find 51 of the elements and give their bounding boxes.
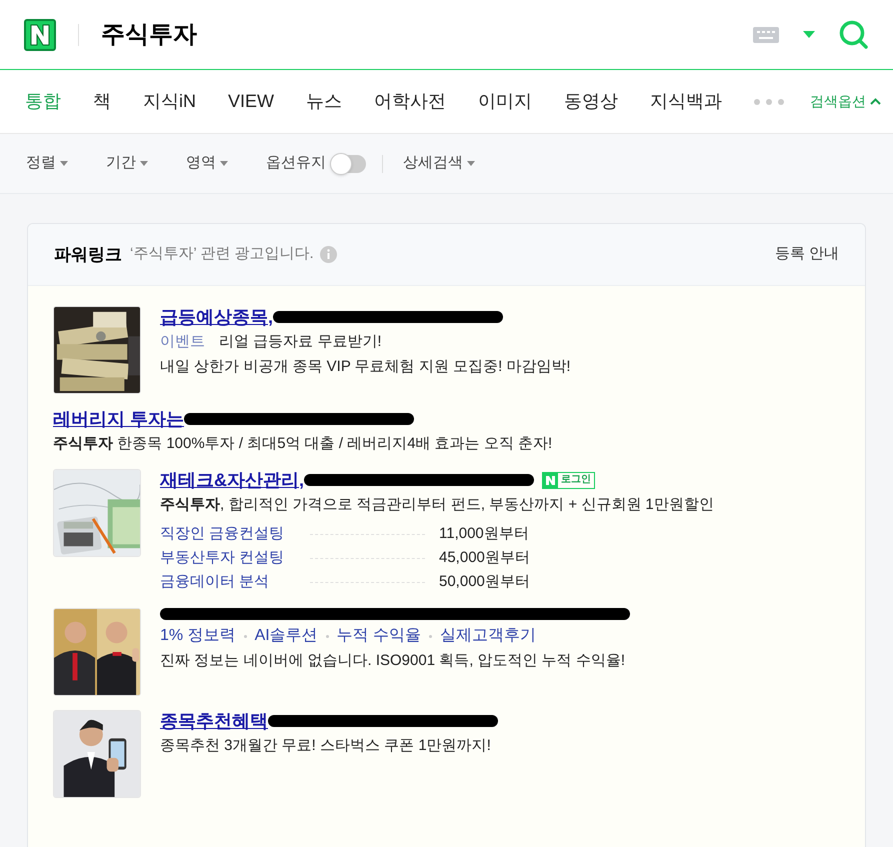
keyboard-icon[interactable] bbox=[753, 26, 779, 42]
ad-title-link[interactable]: 급등예상종목, bbox=[160, 306, 274, 328]
caret-icon bbox=[60, 161, 68, 166]
ad-label: 이벤트 bbox=[160, 332, 205, 352]
info-icon[interactable] bbox=[320, 246, 337, 263]
register-link[interactable]: 등록 안내 bbox=[774, 243, 839, 266]
more-icon[interactable] bbox=[754, 98, 784, 104]
logo-icon bbox=[543, 472, 558, 488]
search-tab[interactable]: 뉴스 bbox=[306, 88, 342, 115]
ad-description: 종목추천 3개월간 무료! 스타벅스 쿠폰 1만원까지! bbox=[160, 736, 492, 756]
caret-icon bbox=[220, 161, 228, 166]
logo-icon[interactable] bbox=[24, 18, 56, 50]
search-tab[interactable]: 동영상 bbox=[564, 88, 618, 115]
caret-icon bbox=[467, 161, 475, 166]
price-text: 11,000원부터 bbox=[439, 524, 529, 544]
ad-tag-link[interactable]: 실제고객후기 bbox=[440, 625, 536, 647]
ad-title-link[interactable]: 레버리지 투자는 bbox=[53, 408, 184, 430]
search-tab[interactable]: 지식iN bbox=[143, 88, 196, 115]
ad-tag-link[interactable]: 1% 정보력 bbox=[160, 625, 236, 647]
ad-description: 주식투자, 합리적인 가격으로 적금관리부터 펀드, 부동산까지 + 신규회원 1만원할인 bbox=[160, 495, 714, 515]
ad-description: 내일 상한가 비공개 종목 VIP 무료체험 지원 모집중! 마감임박! bbox=[160, 357, 571, 377]
ad-description: 주식투자 한종목 100%투자 / 최대5억 대출 / 레버리지4배 효과는 오직 춘자! bbox=[53, 434, 552, 454]
ad-tag-link[interactable]: AI솔루션 bbox=[254, 625, 318, 647]
login-badge: 로그인 bbox=[542, 472, 595, 488]
search-tab[interactable]: 어학사전 bbox=[374, 88, 446, 115]
ad-title-link[interactable]: 종목추천혜택 bbox=[160, 710, 268, 732]
ad-description: 진짜 정보는 네이버에 없습니다. ISO9001 획득, 압도적인 누적 수익율! bbox=[160, 651, 626, 671]
filter-dropdown[interactable]: 기간 bbox=[106, 152, 148, 175]
price-text: 50,000원부터 bbox=[439, 572, 530, 592]
search-tab[interactable]: 책 bbox=[93, 88, 111, 115]
search-tab[interactable]: 지식백과 bbox=[650, 88, 722, 115]
dropdown-caret-icon[interactable] bbox=[803, 31, 815, 38]
price-text: 45,000원부터 bbox=[439, 548, 530, 568]
search-tab[interactable]: 이미지 bbox=[478, 88, 532, 115]
ad-tag-link[interactable]: 누적 수익율 bbox=[336, 625, 422, 647]
filter-dropdown[interactable]: 상세검색 bbox=[403, 152, 475, 175]
toggle-label: 옵션유지 bbox=[266, 153, 326, 174]
filter-dropdown[interactable]: 영역 bbox=[186, 152, 228, 175]
search-icon[interactable] bbox=[839, 20, 869, 50]
ad-description: 리얼 급등자료 무료받기! bbox=[219, 332, 382, 352]
section-title: 파워링크 bbox=[54, 244, 122, 266]
chevron-up-icon bbox=[870, 98, 881, 105]
filter-dropdown[interactable]: 정렬 bbox=[26, 152, 68, 175]
sublink[interactable]: 부동산투자 컨설팅 bbox=[160, 547, 310, 569]
sublink[interactable]: 직장인 금융컨설팅 bbox=[160, 523, 310, 545]
search-tab[interactable]: VIEW bbox=[228, 88, 274, 115]
caret-icon bbox=[140, 161, 148, 166]
toggle-switch[interactable] bbox=[332, 154, 366, 172]
sublink[interactable]: 금융데이터 분석 bbox=[160, 571, 310, 593]
section-subtitle: ‘주식투자’ 관련 광고입니다. bbox=[130, 244, 314, 264]
ad-title-link[interactable]: 재테크&자산관리, bbox=[160, 469, 304, 491]
